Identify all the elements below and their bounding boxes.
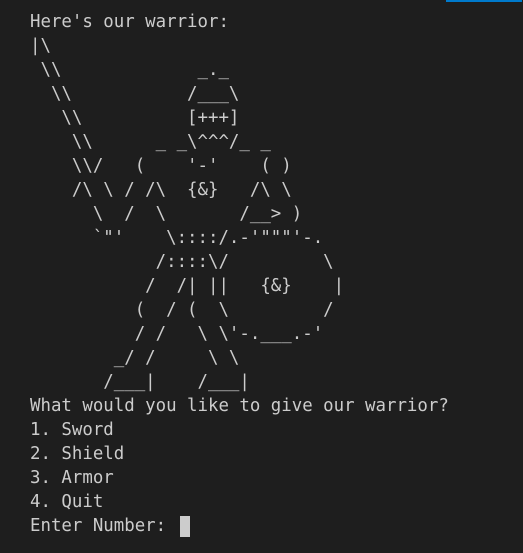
gift-question: What would you like to give our warrior? bbox=[30, 396, 449, 416]
input-prompt-label: Enter Number: bbox=[30, 516, 177, 536]
menu-item-quit: 4. Quit bbox=[30, 492, 104, 512]
number-input-line[interactable]: Enter Number: bbox=[30, 514, 523, 538]
menu-item-armor: 3. Armor bbox=[30, 468, 114, 488]
terminal-window: Here's our warrior: |\ \\ _._ \\ /___\ \… bbox=[0, 0, 523, 553]
menu-item-shield: 2. Shield bbox=[30, 444, 125, 464]
warrior-ascii-art: |\ \\ _._ \\ /___\ \\ [+++] \\ _ _\^^^/_… bbox=[30, 36, 345, 392]
text-cursor[interactable] bbox=[179, 515, 190, 537]
warrior-header: Here's our warrior: bbox=[30, 12, 229, 32]
option-menu: 1. Sword 2. Shield 3. Armor 4. Quit bbox=[30, 418, 523, 514]
menu-item-sword: 1. Sword bbox=[30, 420, 114, 440]
title-accent-line bbox=[446, 0, 522, 2]
